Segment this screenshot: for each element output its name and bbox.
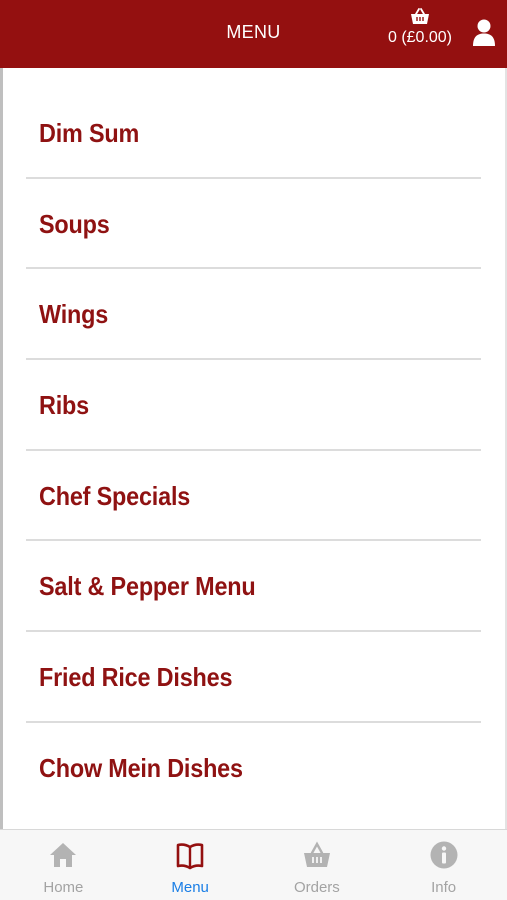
basket-icon (303, 841, 330, 867)
menu-item-label: Dim Sum (39, 118, 140, 148)
tab-label: Orders (293, 879, 340, 896)
tab-label: Info (431, 879, 457, 896)
menu-item-label: Salt & Pepper Menu (39, 571, 256, 602)
tab-orders[interactable]: Orders (254, 830, 381, 900)
basket-total: 0 (£0.00) (387, 29, 453, 46)
top-header-bar: MENU 0 (£0.00) (0, 0, 507, 68)
menu-item-salt-pepper-menu[interactable]: Salt & Pepper Menu (26, 541, 481, 633)
tab-menu[interactable]: Menu (127, 830, 254, 900)
app-screen: MENU 0 (£0.00) Dim Sum Soups Wings Ribs … (0, 0, 507, 900)
menu-item-label: Soups (39, 208, 110, 239)
menu-item-fried-rice-dishes[interactable]: Fried Rice Dishes (26, 632, 481, 723)
info-icon (430, 841, 458, 869)
menu-item-label: Wings (39, 299, 109, 330)
menu-item-label: Chow Mein Dishes (39, 752, 243, 783)
menu-item-soups[interactable]: Soups (26, 179, 481, 270)
tab-home[interactable]: Home (0, 830, 127, 900)
left-edge-divider (0, 68, 3, 900)
menu-item-label: Fried Rice Dishes (39, 662, 233, 693)
menu-item-ribs[interactable]: Ribs (26, 360, 481, 451)
home-icon (50, 843, 77, 867)
menu-item-label: Chef Specials (39, 480, 191, 511)
tab-label: Home (43, 879, 84, 896)
basket-icon (411, 8, 429, 24)
menu-item-dim-sum[interactable]: Dim Sum (26, 88, 481, 179)
book-icon (176, 843, 204, 870)
basket-button[interactable]: 0 (£0.00) (385, 8, 455, 58)
bottom-tab-bar: Home Menu Orders Info (0, 829, 507, 900)
menu-item-wings[interactable]: Wings (26, 269, 481, 361)
menu-item-chow-mein-dishes[interactable]: Chow Mein Dishes (26, 723, 481, 814)
user-icon[interactable] (472, 19, 496, 47)
menu-category-list: Dim Sum Soups Wings Ribs Chef Specials S… (26, 88, 481, 814)
menu-item-chef-specials[interactable]: Chef Specials (26, 451, 481, 542)
tab-label: Menu (171, 879, 209, 896)
menu-item-label: Ribs (39, 390, 89, 421)
tab-info[interactable]: Info (380, 830, 507, 900)
